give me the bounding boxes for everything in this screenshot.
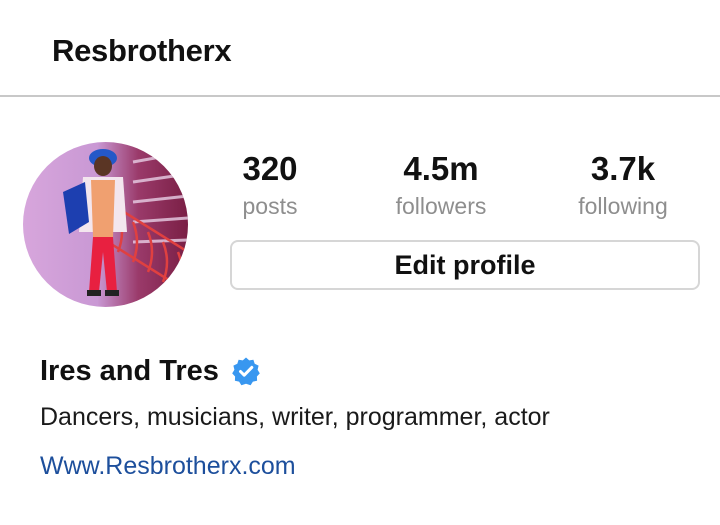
- posts-label: posts: [242, 193, 298, 219]
- following-label: following: [578, 193, 668, 219]
- avatar[interactable]: [23, 142, 188, 307]
- verified-badge-icon: [231, 356, 261, 386]
- top-bar: Resbrotherx: [0, 0, 720, 97]
- stat-following[interactable]: 3.7k following: [553, 147, 693, 221]
- following-count: 3.7k: [590, 150, 656, 187]
- avatar-photo: [23, 142, 188, 307]
- website-link[interactable]: Www.Resbrotherx.com: [40, 452, 296, 481]
- display-name-row: Ires and Tres: [40, 352, 261, 390]
- followers-count: 4.5m: [403, 150, 479, 187]
- edit-profile-button[interactable]: Edit profile: [230, 240, 700, 290]
- stat-followers[interactable]: 4.5m followers: [371, 147, 511, 221]
- bio-text: Dancers, musicians, writer, programmer, …: [40, 403, 550, 431]
- stat-posts[interactable]: 320 posts: [200, 147, 340, 221]
- followers-label: followers: [395, 193, 487, 219]
- display-name: Ires and Tres: [40, 354, 219, 387]
- profile-username[interactable]: Resbrotherx: [52, 33, 232, 69]
- posts-count: 320: [242, 150, 298, 187]
